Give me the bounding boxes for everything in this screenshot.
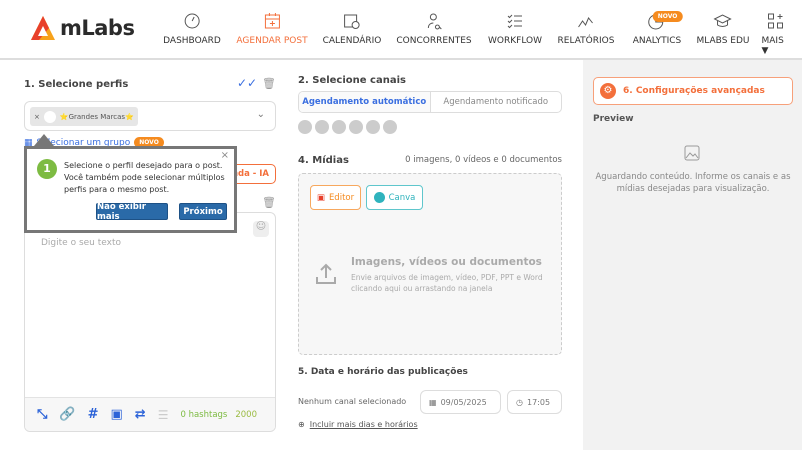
add-more-dates[interactable]: ⊕ Incluir mais dias e horários — [298, 420, 418, 429]
drop-title: Imagens, vídeos ou documentos — [351, 256, 542, 268]
preview-title: Preview — [593, 114, 634, 124]
chevron-down-icon: ⌄ — [256, 109, 265, 120]
top-nav: mLabs DASHBOARD AGENDAR POST CALENDÁRIO CON… — [0, 0, 802, 60]
trash-icon[interactable]: 🗑 — [262, 196, 276, 209]
nav-workflow[interactable]: WORKFLOW — [488, 12, 542, 46]
hashtag-count: 0 hashtags — [180, 409, 228, 420]
instagram-reels-icon[interactable] — [383, 120, 397, 134]
nav-calendário[interactable]: CALENDÁRIO — [323, 12, 381, 46]
tab-automatic[interactable]: Agendamento automático — [299, 92, 431, 112]
nav-mais[interactable]: MAIS ▼ — [762, 12, 789, 56]
profile-select[interactable]: × ⭐Grandes Marcas⭐ ⌄ — [24, 101, 276, 131]
facebook-icon[interactable] — [349, 120, 363, 134]
canva-icon — [373, 192, 385, 203]
line-chart-icon — [578, 17, 594, 28]
nav-agendar-post[interactable]: AGENDAR POST — [236, 12, 308, 46]
nav-dashboard[interactable]: DASHBOARD — [163, 12, 221, 46]
remove-icon[interactable]: × — [34, 113, 40, 121]
media-title: 4. Mídias — [298, 155, 349, 166]
tooltip-arrow — [34, 134, 54, 146]
editor-button[interactable]: ▣ Editor — [310, 185, 361, 210]
facebook-outline-icon[interactable] — [366, 120, 380, 134]
clock-icon: ◷ — [516, 397, 523, 407]
upload-icon — [316, 263, 336, 284]
hashtag-icon[interactable]: # — [88, 407, 99, 422]
date-field[interactable]: ▦ 09/05/2025 — [420, 390, 501, 414]
next-button[interactable]: Próximo — [179, 203, 227, 220]
tooltip-text: Selecione o perfil desejado para o post.… — [64, 161, 225, 194]
select-all-icon[interactable]: ✓✓ — [237, 76, 257, 90]
nav-concorrentes[interactable]: CONCORRENTES — [396, 12, 472, 46]
checklist-icon — [507, 14, 522, 29]
mlabs-logo-icon — [31, 16, 55, 40]
caption-placeholder: Digite o seu texto — [41, 238, 121, 248]
no-channel-text: Nenhum canal selecionado — [298, 397, 407, 406]
tab-notified[interactable]: Agendamento notificado — [431, 92, 562, 112]
novo-badge: NOVO — [652, 11, 683, 22]
preview-placeholder: Aguardando conteúdo. Informe os canais e… — [595, 172, 791, 194]
media-dropzone[interactable]: ▣ Editor Canva Imagens, vídeos ou documen… — [298, 173, 562, 355]
calendar-clock-icon — [344, 14, 360, 29]
drop-text: Envie arquivos de imagem, vídeo, PDF, PP… — [351, 273, 543, 293]
channels-title: 2. Selecione canais — [298, 75, 406, 86]
link-icon[interactable]: 🔗 — [59, 407, 75, 422]
profile-avatar — [43, 110, 56, 123]
onboarding-tooltip: × 1 Selecione o perfil desejado para o p… — [24, 146, 237, 233]
instagram-stories-icon[interactable] — [332, 120, 346, 134]
calendar-icon: ▦ — [429, 397, 437, 407]
schedule-tabs: Agendamento automático Agendamento notif… — [298, 91, 562, 113]
profiles-title: 1. Selecione perfis — [24, 79, 129, 90]
nav-mlabs-edu[interactable]: MLABS EDU — [697, 12, 749, 46]
instagram-outline-icon[interactable] — [315, 120, 329, 134]
calendar-plus-icon — [264, 13, 280, 29]
advanced-settings-button[interactable]: ⚙ 6. Configurações avançadas — [593, 77, 793, 105]
repeat-icon[interactable]: ⇄ — [135, 407, 146, 422]
user-search-icon — [427, 13, 442, 30]
gauge-icon — [184, 13, 200, 29]
caption-toolbar: ⤡ 🔗 # ▣ ⇄ ☰ 0 hashtags 2000 — [25, 397, 275, 431]
char-count: 2000 — [235, 409, 257, 420]
plus-circle-icon: ⊕ — [298, 420, 305, 429]
graduation-cap-icon — [714, 14, 732, 27]
schedule-title: 5. Data e horário das publicações — [298, 367, 468, 377]
text-file-icon[interactable]: ▣ — [111, 407, 123, 422]
nav-analytics[interactable]: ANALYTICS NOVO — [633, 11, 683, 46]
instagram-icon[interactable] — [298, 120, 312, 134]
grid-plus-icon — [767, 13, 783, 29]
logo[interactable]: mLabs — [30, 14, 135, 42]
preview-panel: ⚙ 6. Configurações avançadas Preview Agu… — [583, 60, 802, 450]
trash-icon[interactable]: 🗑 — [262, 77, 276, 90]
dismiss-button[interactable]: Não exibir mais — [96, 202, 168, 222]
nav-relatórios[interactable]: RELATÓRIOS — [558, 12, 614, 46]
emoji-icon[interactable]: ☺ — [253, 221, 269, 237]
media-counts: 0 imagens, 0 vídeos e 0 documentos — [405, 155, 562, 165]
image-icon — [684, 145, 700, 161]
time-field[interactable]: ◷ 17:05 — [507, 390, 562, 414]
align-icon[interactable]: ☰ — [158, 408, 169, 422]
step-badge: 1 — [37, 159, 57, 179]
gear-icon: ⚙ — [600, 83, 616, 99]
editor-icon: ▣ — [316, 192, 325, 203]
collapse-icon[interactable]: ⤡ — [37, 407, 47, 422]
profile-chip: × ⭐Grandes Marcas⭐ — [30, 107, 138, 126]
caption-editor[interactable]: Digite o seu texto ☺ ⤡ 🔗 # ▣ ⇄ ☰ 0 hasht… — [24, 212, 276, 432]
canva-button[interactable]: Canva — [366, 185, 423, 210]
channel-icons — [298, 120, 400, 134]
